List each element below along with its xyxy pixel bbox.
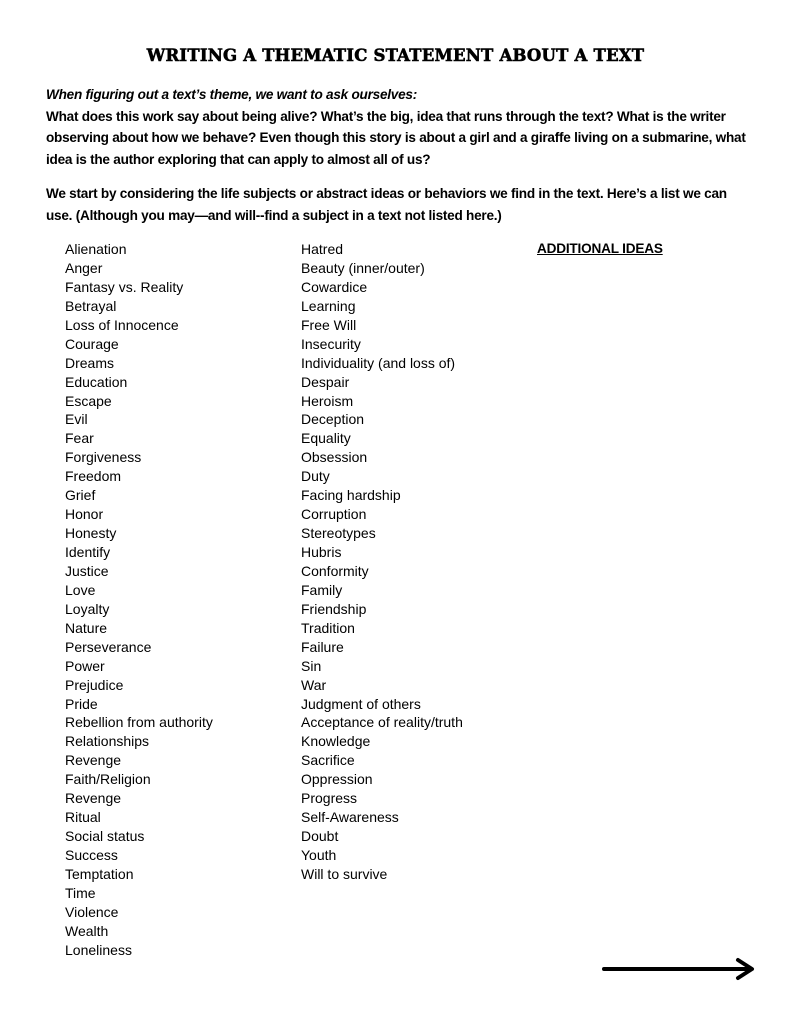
intro-questions: What does this work say about being aliv… <box>46 108 746 167</box>
subject-item: Beauty (inner/outer) <box>301 259 425 276</box>
subject-item: Education <box>65 373 128 390</box>
subjects-column-2: Hatred Beauty (inner/outer) Cowardice Learn… <box>301 240 463 884</box>
subject-item: Doubt <box>301 828 339 845</box>
subject-item: Social status <box>65 828 145 845</box>
subject-item: Youth <box>301 847 337 863</box>
subject-item: Violence <box>65 903 119 920</box>
subject-item: Conformity <box>301 562 369 579</box>
subject-item: Cowardice <box>301 278 368 295</box>
subject-item: Progress <box>301 790 358 807</box>
subject-item: Fantasy vs. Reality <box>65 278 184 295</box>
subjects-column-1: Alienation Anger Fantasy vs. Reality Betray… <box>65 240 213 960</box>
subject-item: Grief <box>65 487 96 504</box>
subject-item: Loneliness <box>65 941 132 958</box>
subject-item: Knowledge <box>301 733 371 750</box>
subject-item: Honesty <box>65 525 117 542</box>
subject-item: Pride <box>65 695 98 712</box>
subject-item: Relationships <box>65 733 150 750</box>
subject-item: Revenge <box>65 790 122 807</box>
subject-item: Duty <box>301 468 330 485</box>
subject-item: Obsession <box>301 449 368 466</box>
subject-item: Ritual <box>65 809 101 826</box>
subject-item: Self-Awareness <box>301 809 399 826</box>
subject-item: Sin <box>301 657 322 674</box>
subject-item: Tradition <box>301 619 355 636</box>
subject-item: Heroism <box>301 392 354 409</box>
subject-item: Revenge <box>65 752 122 769</box>
subject-item: Forgiveness <box>65 449 142 466</box>
subject-item: Dreams <box>65 354 115 371</box>
subject-item: Escape <box>65 392 112 409</box>
subject-item: Equality <box>301 430 351 447</box>
additional-ideas-heading: ADDITIONAL IDEAS <box>537 241 663 256</box>
subject-item: Freedom <box>65 468 122 485</box>
subject-item: Insecurity <box>301 335 361 352</box>
subject-item: Corruption <box>301 506 367 523</box>
subject-item: Despair <box>301 373 350 390</box>
subject-item: Faith/Religion <box>65 771 151 788</box>
subject-item: Perseverance <box>65 638 152 655</box>
subject-item: Individuality (and loss of) <box>301 354 456 371</box>
subject-item: Nature <box>65 619 108 636</box>
subject-item: Wealth <box>65 922 109 939</box>
subject-item: Hubris <box>301 544 342 560</box>
subject-item: War <box>301 676 327 693</box>
subject-item: Success <box>65 847 118 863</box>
intro-italic-lead: When figuring out a text’s theme, we wan… <box>46 87 417 102</box>
subject-item: Friendship <box>301 600 367 617</box>
subject-item: Temptation <box>65 865 134 882</box>
subject-item: Family <box>301 581 343 598</box>
list-intro: We start by considering the life subject… <box>46 186 727 223</box>
subject-item: Power <box>65 657 105 674</box>
subject-item: Justice <box>65 562 109 579</box>
subject-item: Loss of Innocence <box>65 316 179 333</box>
intro-section: When figuring out a text’s theme, we wan… <box>46 84 746 170</box>
subject-item: Prejudice <box>65 676 124 693</box>
subject-item: Betrayal <box>65 297 117 314</box>
subject-item: Facing hardship <box>301 487 401 504</box>
subject-item: Stereotypes <box>301 525 376 542</box>
subject-item: Loyalty <box>65 600 110 617</box>
subject-item: Honor <box>65 506 104 523</box>
subject-item: Courage <box>65 335 119 352</box>
subject-item: Hatred <box>301 241 344 257</box>
subject-item: Deception <box>301 411 365 428</box>
subject-item: Free Will <box>301 316 357 333</box>
subject-item: Time <box>65 884 96 901</box>
subject-item: Failure <box>301 638 344 655</box>
subject-item: Acceptance of reality/truth <box>301 714 463 731</box>
subject-item: Will to survive <box>301 865 388 882</box>
subject-item: Evil <box>65 411 88 428</box>
subject-item: Alienation <box>65 241 127 257</box>
subject-item: Identify <box>65 544 111 560</box>
subject-item: Anger <box>65 259 103 276</box>
page-title: WRITING A THEMATIC STATEMENT ABOUT A TEX… <box>146 46 645 66</box>
subject-item: Oppression <box>301 771 373 788</box>
subject-item: Learning <box>301 297 356 314</box>
subject-item: Rebellion from authority <box>65 714 213 731</box>
subject-item: Fear <box>65 430 94 447</box>
right-arrow-icon <box>602 958 754 980</box>
subject-item: Love <box>65 581 96 598</box>
subject-item: Sacrifice <box>301 752 355 769</box>
subject-item: Judgment of others <box>301 695 421 712</box>
